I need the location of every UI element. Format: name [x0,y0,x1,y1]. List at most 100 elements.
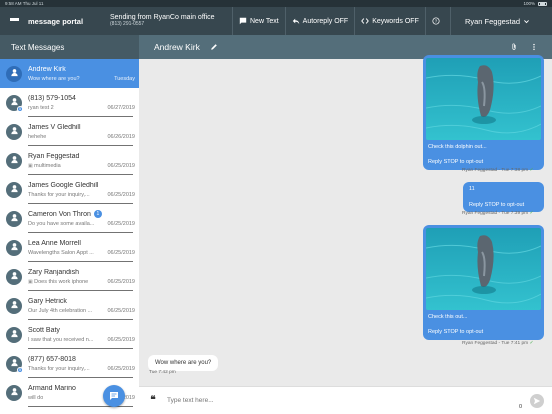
conversation-item[interactable]: Zary Ranjandish ▣ Does this work iphone 06… [0,262,139,291]
conversation-item[interactable]: Andrew Kirk Wow where are you? Tuesday [0,59,139,88]
avatar: 5 [6,94,23,112]
message-input[interactable] [167,397,530,404]
keywords-button[interactable]: Keywords OFF [354,7,425,35]
help-icon: ? [432,17,440,25]
ios-status-bar: 9:58 AM Thu Jul 11 100% [0,0,552,7]
check-icon: ✓ [529,341,534,346]
conversation-name: Andrew Kirk [28,65,66,73]
compose-fab[interactable] [103,385,125,407]
conversation-name: Ryan Feggestad [28,152,80,160]
new-text-label: New Text [250,17,279,25]
chat-icon [110,392,118,400]
user-menu[interactable]: Ryan Feggestad [449,7,552,35]
optout-text: Reply STOP to opt-out [469,202,525,208]
conversation-item[interactable]: James Google Gledhill Thanks for your inq… [0,175,139,204]
conversation-date: 06/25/2019 [107,162,135,169]
conversation-name: Armand Marino [28,384,76,392]
optout-text: Reply STOP to opt-out [428,159,484,165]
conversation-meta-row: Thanks for your inquiry,... 06/25/2019 [28,366,135,372]
conversation-name-row: Andrew Kirk [28,66,135,73]
conversation-item[interactable]: Ryan Feggestad ▣ multimedia 06/25/2019 [0,146,139,175]
conversation-meta-row: ▣ multimedia 06/25/2019 [28,163,135,169]
conversation-body: (813) 579-1054 ryan test 2 06/27/2019 [28,95,139,111]
conversation-meta-row: ryan test 2 06/27/2019 [28,105,135,111]
avatar [6,297,22,314]
conversation-preview-wrap: ▣ Does this work iphone [28,279,88,285]
conversation-name: James V Gledhill [28,123,81,131]
dolphin-photo [426,228,541,310]
conversation-item[interactable]: 5 (813) 579-1054 ryan test 2 06/27/2019 [0,88,139,117]
conversation-body: Gary Hetrick Our July 4th celebration ...… [28,298,139,314]
conversation-meta-row: ▣ Does this work iphone 06/25/2019 [28,279,135,285]
conversation-name-row: (813) 579-1054 [28,95,135,102]
conversation-item[interactable]: 5 (877) 657-8018 Thanks for your inquiry,.… [0,349,139,378]
avatar [6,326,22,343]
message-text: Wow where are you? [155,360,212,366]
pencil-icon[interactable] [210,43,218,51]
message-caption: Check this dolphin out... Reply STOP to … [426,140,541,165]
conversation-item[interactable]: Gary Hetrick Our July 4th celebration ...… [0,291,139,320]
message-meta-text: Tue 7:42 pm [149,370,176,375]
incoming-message[interactable]: Wow where are you? [148,355,219,371]
group-badge: 5 [17,105,23,112]
conversation-date: 06/27/2019 [107,104,135,111]
conversation-date: 06/25/2019 [107,307,135,314]
help-button[interactable]: ? [424,7,446,35]
chat-contact-name: Andrew Kirk [154,42,200,52]
conversation-body: Zary Ranjandish ▣ Does this work iphone 06… [28,269,139,285]
sending-from[interactable]: Sending from RyanCo main office (813) 29… [110,14,232,28]
outgoing-message[interactable]: Check this dolphin out... Reply STOP to … [423,55,544,170]
conversation-item[interactable]: Cameron Von Thron 1 Do you have some avail… [0,204,139,233]
conversation-name-row: James V Gledhill [28,124,135,131]
avatar [6,239,22,256]
status-date: Thu Jul 11 [22,1,44,6]
conversation-date: 06/25/2019 [107,365,135,372]
message-icon [239,17,247,25]
conversation-preview: Thanks for your inquiry,... [28,191,90,198]
status-time: 9:58 AM [5,1,22,6]
conversation-meta-row: Thanks for your inquiry,... 06/25/2019 [28,192,135,198]
conversation-name: Scott Baty [28,326,60,334]
more-vert-icon[interactable] [530,43,538,51]
conversation-date: 06/25/2019 [107,191,135,198]
message-meta: Ryan Feggestad - Tue 7:38 pm ✓ [462,168,534,173]
message-meta-text: Ryan Feggestad - Tue 7:38 pm [462,168,529,173]
menu-button[interactable] [0,7,28,35]
message-meta: Ryan Feggestad - Tue 7:39 pm ✓ [462,211,534,216]
new-text-button[interactable]: New Text [232,7,285,35]
send-button[interactable] [530,393,544,408]
conversation-name: (877) 657-8018 [28,355,76,363]
quote-icon[interactable]: ❝ [139,395,167,406]
keywords-label: Keywords OFF [372,17,419,25]
paperclip-icon[interactable] [510,43,518,51]
code-icon [361,18,370,24]
message-caption: Check this out... Reply STOP to opt-out [426,310,541,335]
person-icon [10,184,19,195]
conversation-item[interactable]: Lea Anne Morrell Wavelengths Salon Appt .… [0,233,139,262]
conversation-preview: multimedia [34,162,61,169]
battery-icon [538,1,547,6]
conversation-name-row: Ryan Feggestad [28,153,135,160]
autoreply-button[interactable]: Autoreply OFF [284,7,355,35]
status-battery-text: 100% [523,1,535,6]
person-icon [10,155,19,166]
avatar [6,65,22,82]
message-photo[interactable] [426,58,541,140]
message-text: Check this out... [428,314,468,320]
conversation-name-row: (877) 657-8018 [28,356,135,363]
status-right: 100% [523,1,547,6]
conversation-body: (877) 657-8018 Thanks for your inquiry,..… [28,356,139,372]
person-icon [10,387,19,398]
conversation-item[interactable]: James V Gledhill hehehe 06/26/2019 [0,117,139,146]
conversation-name-row: Lea Anne Morrell [28,240,135,247]
outgoing-message[interactable]: 11 Reply STOP to opt-out [463,182,544,212]
conversation-item[interactable]: Scott Baty I saw that you received n... 06… [0,320,139,349]
unread-count: 1 [93,210,102,218]
outgoing-message[interactable]: Check this out... Reply STOP to opt-out [423,225,544,340]
app-header: message portal Sending from RyanCo main … [0,7,552,35]
message-photo[interactable] [426,228,541,310]
conversation-preview: hehehe [28,133,47,140]
avatar [6,268,22,285]
dolphin-photo [426,58,541,140]
check-icon: ✓ [529,168,534,173]
